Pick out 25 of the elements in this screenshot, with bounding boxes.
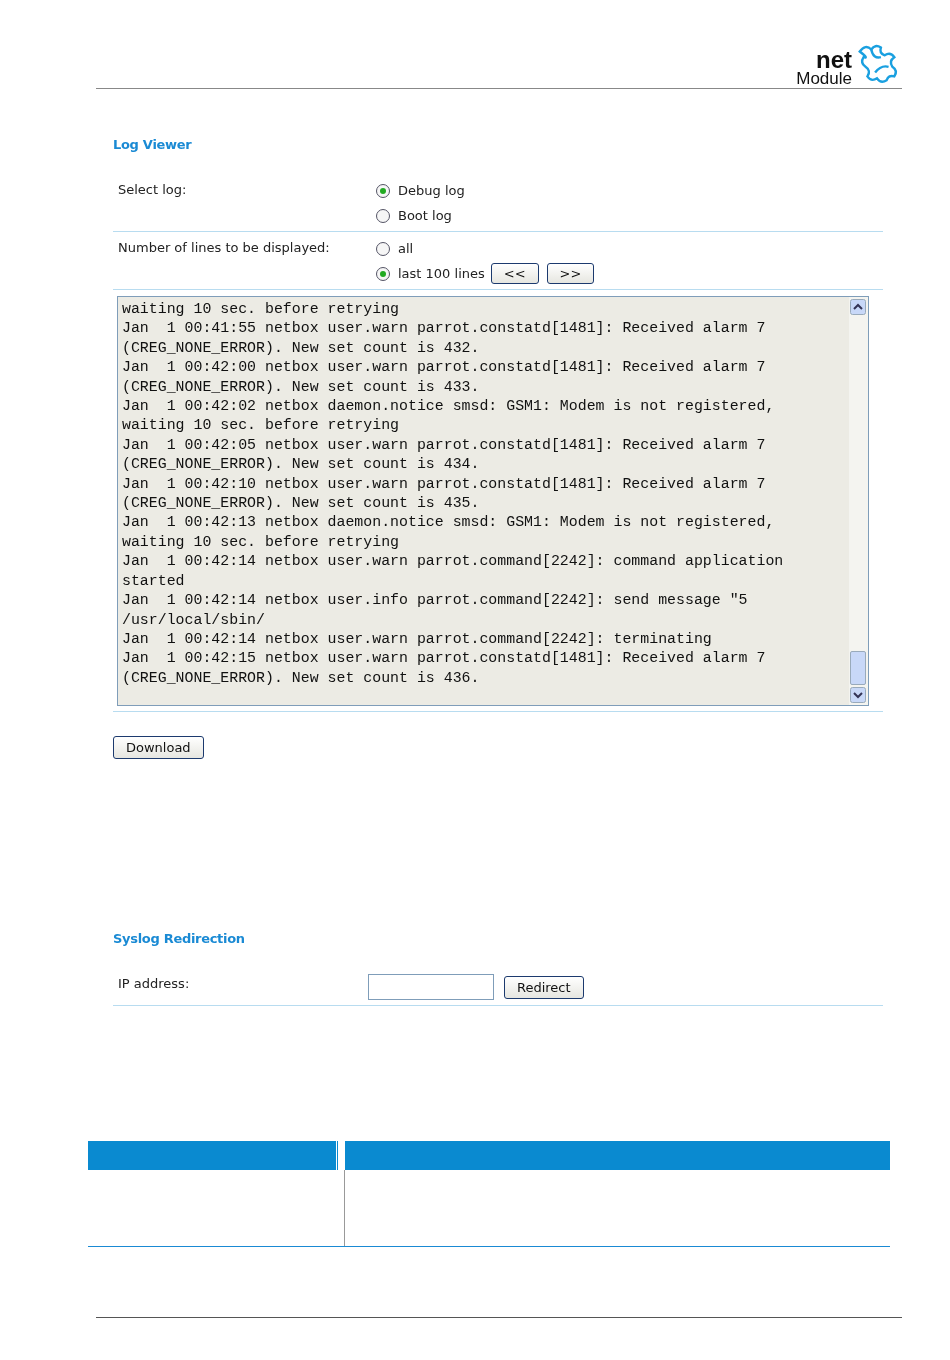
- radio-label[interactable]: last 100 lines: [398, 266, 485, 281]
- page-button[interactable]: >>: [546, 263, 595, 284]
- section-title: Log Viewer: [113, 137, 193, 152]
- redirect-button[interactable]: Redirect: [504, 975, 584, 999]
- log-textarea[interactable]: [117, 296, 869, 706]
- download-button[interactable]: Download: [113, 736, 204, 759]
- company-logo: net Module: [796, 38, 902, 86]
- field-label: Number of lines to be displayed:: [118, 239, 331, 257]
- field-label: IP address:: [118, 975, 191, 993]
- log-text: waiting 10 sec. before retrying Jan 1 00:41:55 netbox user.warn parrot.constatd[1481]: Received alarm 7 (CREG_NONE_ERROR). New set count is 432. Jan 1 00:42:00 netbox user.warn parrot.constatd[1481]: Received alarm 7 (CREG_NONE_ERROR). New set count is 433. Jan 1 00:42:02 netbox daemon.notice smsd: GSM1: Modem is not registered, waiting 10 sec. before retrying Jan 1 00:42:05 netbox user.warn parrot.constatd[1481]: Received alarm 7 (CREG_NONE_ERROR). New set count is 434. Jan 1 00:42:10 netbox user.warn parrot.constatd[1481]: Received alarm 7 (CREG_NONE_ERROR). New set count is 435. Jan 1 00:42:13 netbox daemon.notice smsd: GSM1: Modem is not registered, waiting 10 sec. before retrying Jan 1 00:42:14 netbox user.warn parrot.command[2242]: command application started Jan 1 00:42:14 netbox user.info parrot.command[2242]: send message "5 /usr/local/sbin/ Jan 1 00:42:14 netbox user.warn parrot.command[2242]: terminating Jan 1 00:42:15 netbox user.warn parrot.constatd[1481]: Received alarm 7 (CREG_NONE_ERROR). New set count is 436.: [121, 300, 785, 688]
- radio-label[interactable]: Boot log: [398, 208, 452, 223]
- radio-label[interactable]: Debug log: [398, 183, 465, 198]
- radio-label[interactable]: all: [398, 241, 414, 256]
- page-button[interactable]: <<: [490, 263, 539, 284]
- radio-button[interactable]: [376, 183, 390, 198]
- scrollbar[interactable]: [849, 297, 868, 705]
- radio-button[interactable]: [376, 241, 390, 256]
- field-label: Select log:: [118, 181, 188, 199]
- scroll-up-icon[interactable]: [850, 299, 866, 315]
- ip-address-field[interactable]: [368, 974, 494, 1000]
- scroll-thumb[interactable]: [850, 651, 866, 685]
- scroll-down-icon[interactable]: [850, 687, 866, 703]
- radio-button[interactable]: [376, 266, 390, 281]
- radio-button[interactable]: [376, 208, 390, 223]
- section-title: Syslog Redirection: [113, 931, 246, 946]
